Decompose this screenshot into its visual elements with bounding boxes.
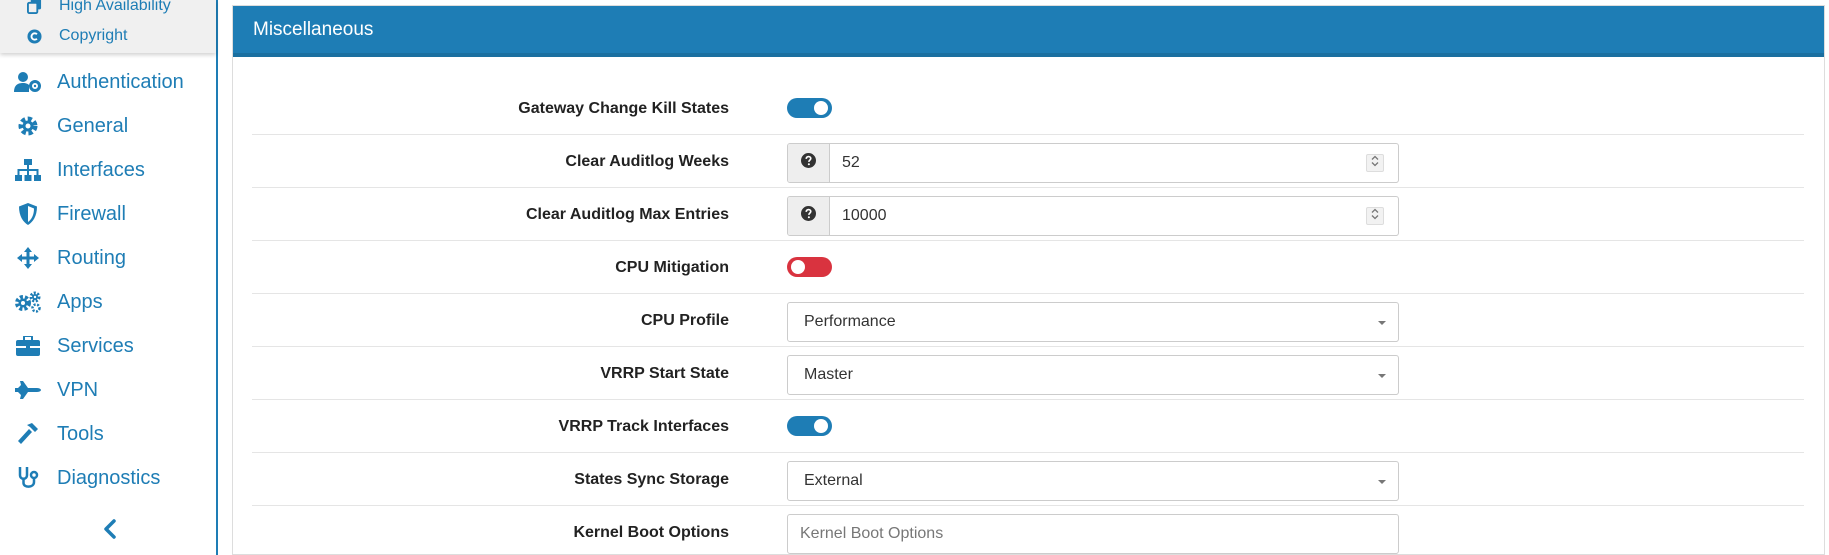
user-cog-icon — [14, 70, 42, 94]
vrrp-track-interfaces-toggle[interactable] — [787, 416, 832, 436]
toggle-knob — [814, 419, 828, 433]
sidebar-item-authentication[interactable]: Authentication — [14, 67, 184, 97]
sidebar-item-label: Routing — [57, 246, 126, 269]
sitemap-icon — [14, 158, 42, 182]
sidebar-item-label: Tools — [57, 422, 104, 445]
vrrp-start-state-select[interactable]: Master — [787, 355, 1399, 395]
states-sync-storage-select[interactable]: External — [787, 461, 1399, 501]
sidebar-item-label: Authentication — [57, 70, 184, 93]
setting-label: CPU Mitigation — [615, 258, 729, 276]
caret-down-icon — [1378, 321, 1386, 325]
number-spinner[interactable] — [1366, 207, 1384, 225]
stethoscope-icon — [14, 466, 42, 490]
submenu-item-copyright[interactable]: Copyright — [26, 24, 127, 48]
setting-label: Clear Auditlog Weeks — [565, 152, 729, 170]
plane-icon — [14, 378, 42, 402]
clear-auditlog-weeks-value[interactable]: 52 — [830, 144, 1366, 182]
input-placeholder: Kernel Boot Options — [800, 525, 944, 542]
copyright-icon — [26, 28, 42, 44]
setting-row-vrrp-start-state: VRRP Start State Master — [252, 347, 1804, 400]
help-button[interactable] — [788, 144, 830, 182]
clear-auditlog-max-entries-value[interactable]: 10000 — [830, 197, 1366, 235]
setting-label: Clear Auditlog Max Entries — [526, 205, 729, 223]
sidebar-item-interfaces[interactable]: Interfaces — [14, 155, 145, 185]
setting-label: VRRP Track Interfaces — [558, 417, 729, 435]
number-spinner[interactable] — [1366, 154, 1384, 172]
cpu-mitigation-toggle[interactable] — [787, 257, 832, 277]
submenu-item-high-availability[interactable]: High Availability — [26, 0, 171, 18]
sidebar-item-tools[interactable]: Tools — [14, 419, 104, 449]
setting-label: States Sync Storage — [574, 470, 729, 488]
spinner-arrows-icon — [1371, 154, 1379, 172]
kernel-boot-options-input[interactable]: Kernel Boot Options — [787, 514, 1399, 554]
sidebar-item-label: Services — [57, 334, 134, 357]
sidebar-item-firewall[interactable]: Firewall — [14, 199, 126, 229]
sidebar-item-apps[interactable]: Apps — [14, 287, 103, 317]
setting-row-clear-auditlog-weeks: Clear Auditlog Weeks 52 — [252, 135, 1804, 188]
setting-label: Gateway Change Kill States — [518, 99, 729, 117]
setting-row-cpu-mitigation: CPU Mitigation — [252, 241, 1804, 294]
arrows-icon — [14, 246, 42, 270]
sidebar-item-label: Diagnostics — [57, 466, 161, 489]
sidebar-item-label: Firewall — [57, 202, 126, 225]
caret-down-icon — [1378, 480, 1386, 484]
shield-icon — [14, 202, 42, 226]
setting-label: Kernel Boot Options — [573, 523, 729, 541]
question-circle-icon — [801, 206, 816, 226]
panel-header: Miscellaneous — [233, 6, 1824, 57]
select-value: Performance — [804, 313, 896, 330]
setting-label: VRRP Start State — [600, 364, 729, 382]
submenu: High Availability Copyright — [0, 0, 216, 53]
select-value: Master — [804, 366, 853, 383]
setting-label: CPU Profile — [640, 311, 729, 329]
hammer-icon — [14, 422, 42, 446]
select-value: External — [804, 472, 863, 489]
sidebar-item-diagnostics[interactable]: Diagnostics — [14, 463, 160, 493]
chevron-left-icon — [103, 518, 117, 544]
setting-row-states-sync-storage: States Sync Storage External — [252, 453, 1804, 506]
panel-title: Miscellaneous — [253, 18, 374, 40]
sidebar-item-label: VPN — [57, 378, 99, 401]
toolbox-icon — [14, 334, 42, 358]
setting-row-kernel-boot-options: Kernel Boot Options Kernel Boot Options — [252, 506, 1804, 555]
question-circle-icon — [801, 153, 816, 173]
setting-row-gateway-change-kill-states: Gateway Change Kill States — [252, 82, 1804, 135]
collapse-sidebar-button[interactable] — [98, 518, 122, 544]
clear-auditlog-weeks-input[interactable]: 52 — [787, 143, 1399, 183]
gears-icon — [14, 290, 42, 314]
gateway-change-kill-states-toggle[interactable] — [787, 98, 832, 118]
miscellaneous-panel: Miscellaneous Gateway Change Kill States… — [232, 5, 1825, 555]
help-button[interactable] — [788, 197, 830, 235]
spinner-arrows-icon — [1371, 207, 1379, 225]
sidebar-item-routing[interactable]: Routing — [14, 243, 126, 273]
toggle-knob — [814, 101, 828, 115]
sidebar-item-vpn[interactable]: VPN — [14, 375, 98, 405]
setting-row-cpu-profile: CPU Profile Performance — [252, 294, 1804, 347]
toggle-knob — [791, 260, 805, 274]
submenu-label: Copyright — [59, 27, 128, 44]
sidebar-item-services[interactable]: Services — [14, 331, 134, 361]
cpu-profile-select[interactable]: Performance — [787, 302, 1399, 342]
submenu-label: High Availability — [59, 0, 171, 14]
clear-auditlog-max-entries-input[interactable]: 10000 — [787, 196, 1399, 236]
copy-icon — [26, 0, 42, 14]
sidebar-item-general[interactable]: General — [14, 111, 128, 141]
sidebar-item-label: General — [57, 114, 129, 137]
sidebar: High Availability Copyright Authenticati… — [0, 0, 218, 555]
sidebar-item-label: Interfaces — [57, 158, 145, 181]
setting-row-clear-auditlog-max-entries: Clear Auditlog Max Entries 10000 — [252, 188, 1804, 241]
caret-down-icon — [1378, 374, 1386, 378]
sidebar-item-label: Apps — [57, 290, 103, 313]
gear-icon — [14, 114, 42, 138]
setting-row-vrrp-track-interfaces: VRRP Track Interfaces — [252, 400, 1804, 453]
